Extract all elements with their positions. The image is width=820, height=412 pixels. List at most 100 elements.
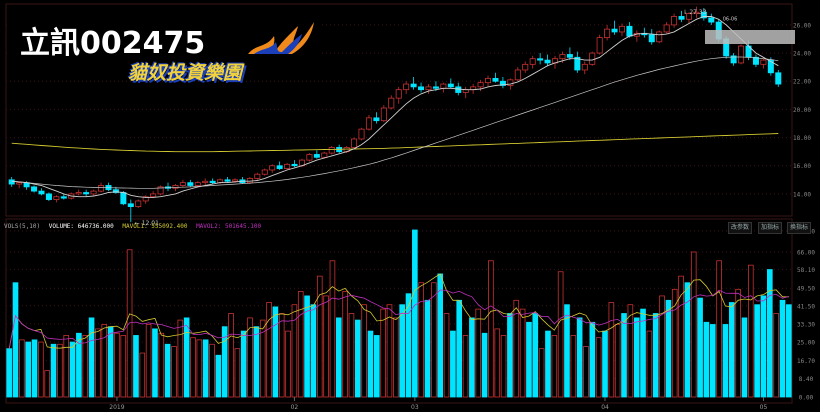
volume-bar (278, 313, 285, 398)
volume-bar (177, 319, 184, 398)
candle (492, 72, 499, 83)
candle-body (559, 54, 566, 60)
candle (224, 177, 231, 183)
candle (351, 137, 358, 149)
candle-body (678, 16, 685, 20)
price-tick-label: 20.00 (793, 107, 811, 114)
candle (261, 168, 268, 176)
candle-body (150, 193, 157, 198)
volume-bar (570, 335, 577, 398)
volume-bar (82, 335, 89, 398)
volume-bar (253, 326, 260, 398)
candle (291, 160, 298, 168)
candle-body (90, 190, 97, 195)
volume-bar (145, 324, 152, 398)
candle-body (380, 107, 387, 122)
volume-bar (25, 341, 31, 398)
page-title: 立訊002475 (20, 26, 206, 61)
candle-body (291, 163, 298, 167)
volume-bar (608, 302, 615, 398)
volume-bar (665, 299, 672, 398)
candle (752, 54, 759, 68)
candle (611, 20, 618, 35)
volume-bar (329, 260, 336, 398)
volume-bar (297, 291, 304, 398)
candle-body (75, 192, 82, 195)
volume-tick-label: 49.50 (797, 286, 815, 293)
volume-bar (716, 260, 722, 398)
candle (328, 146, 335, 155)
volume-bar (209, 343, 215, 398)
volume-bar (228, 313, 234, 398)
volume-bar (19, 339, 25, 398)
volume-bar (659, 295, 665, 398)
volume-bar (38, 341, 44, 398)
candle (708, 13, 715, 25)
candle-body (425, 86, 432, 91)
candle (8, 177, 15, 187)
candle-body (611, 28, 618, 33)
volume-bar (722, 324, 729, 398)
candle (447, 78, 454, 89)
volume-bar (31, 339, 38, 398)
switch-indicator-button[interactable]: 换指标 (787, 222, 812, 234)
volume-bar (405, 293, 412, 398)
candle (730, 53, 737, 66)
candle-body (135, 200, 142, 207)
candle (648, 29, 655, 45)
add-indicator-button[interactable]: 加指标 (758, 222, 783, 234)
volume-bar (526, 321, 532, 398)
volume-bar (348, 313, 355, 398)
candle (45, 192, 52, 201)
volume-tick-label: 66.00 (797, 249, 815, 256)
candle (388, 95, 395, 110)
volume-bar (443, 313, 450, 398)
volume-bar (557, 271, 564, 398)
candle-body (16, 182, 23, 185)
candle (529, 55, 536, 69)
candle (90, 189, 97, 196)
flame-logo-icon (248, 22, 314, 54)
volume-bar (386, 304, 393, 398)
candle-body (120, 192, 127, 205)
volume-bar (88, 317, 95, 398)
candle-body (455, 86, 462, 93)
candle (641, 27, 648, 38)
volume-bar (595, 337, 602, 398)
candle (165, 182, 172, 192)
volume-bar (215, 354, 222, 398)
candle-body (671, 16, 678, 26)
candle (75, 189, 82, 196)
volume-bar (171, 346, 177, 398)
candle-body (395, 89, 402, 99)
volume-bar (697, 297, 703, 398)
volume-bar (285, 330, 291, 398)
volume-bar (139, 352, 146, 398)
candle (581, 61, 588, 75)
volume-bar (760, 295, 767, 398)
ma-200-line (11, 133, 779, 153)
volume-tick-label: 8.40 (799, 376, 814, 383)
volume-axis: 75.6066.0058.1049.5041.5033.3025.0016.70… (797, 228, 815, 401)
volume-bar (126, 249, 133, 398)
candle-body (246, 178, 253, 184)
volume-bar (507, 313, 513, 398)
price-tick-label: 22.00 (793, 79, 811, 86)
volume-bar (272, 306, 279, 398)
candle-body (544, 59, 551, 64)
candle-body (194, 182, 201, 186)
volume-bar (69, 341, 76, 398)
price-tick-label: 14.00 (793, 191, 811, 198)
candle (618, 23, 625, 37)
candle-body (410, 83, 417, 88)
candle-body (313, 154, 320, 158)
price-tick-label: 18.00 (793, 135, 811, 142)
volume-bar (374, 335, 380, 398)
candle-body (45, 193, 52, 200)
edit-params-button[interactable]: 改参数 (728, 222, 753, 234)
candle-body (663, 24, 670, 33)
ma-long-line (11, 56, 779, 189)
candle-body (738, 45, 745, 64)
volume-bar (164, 343, 171, 398)
volume-bar (412, 229, 418, 398)
